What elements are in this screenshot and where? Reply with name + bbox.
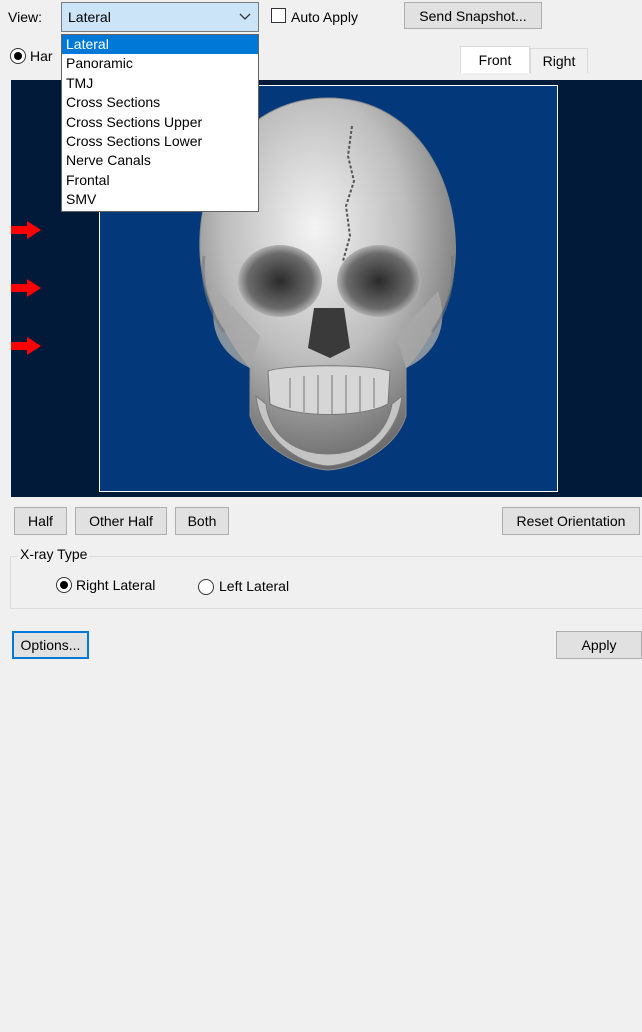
view-dropdown-list[interactable]: Lateral Panoramic TMJ Cross Sections Cro…	[61, 34, 259, 212]
both-button[interactable]: Both	[175, 507, 229, 535]
dropdown-option-panoramic[interactable]: Panoramic	[62, 54, 258, 73]
dropdown-option-tmj[interactable]: TMJ	[62, 74, 258, 93]
arrow-right-icon[interactable]	[11, 337, 41, 355]
arrow-right-icon[interactable]	[11, 279, 41, 297]
right-lateral-radio[interactable]	[56, 577, 72, 593]
view-select[interactable]: Lateral	[61, 2, 259, 32]
auto-apply-checkbox[interactable]	[271, 8, 286, 23]
left-lateral-radio[interactable]	[198, 579, 214, 595]
view-select-value: Lateral	[68, 9, 111, 25]
dropdown-option-frontal[interactable]: Frontal	[62, 171, 258, 190]
auto-apply-label: Auto Apply	[291, 9, 358, 25]
xray-type-title: X-ray Type	[18, 546, 90, 562]
left-lateral-label: Left Lateral	[219, 578, 290, 594]
view-label: View:	[8, 9, 42, 25]
arrow-right-icon[interactable]	[11, 221, 41, 239]
tab-front[interactable]: Front	[460, 46, 530, 73]
dropdown-option-cross-sections-lower[interactable]: Cross Sections Lower	[62, 132, 258, 151]
tab-right[interactable]: Right	[530, 48, 588, 73]
options-button[interactable]: Options...	[12, 631, 89, 659]
dropdown-option-nerve-canals[interactable]: Nerve Canals	[62, 151, 258, 170]
dropdown-option-lateral[interactable]: Lateral	[62, 35, 258, 55]
chevron-down-icon	[239, 13, 251, 20]
send-snapshot-button[interactable]: Send Snapshot...	[404, 2, 542, 29]
dropdown-option-smv[interactable]: SMV	[62, 190, 258, 209]
half-mode-label: Har	[30, 48, 53, 64]
dropdown-option-cross-sections[interactable]: Cross Sections	[62, 93, 258, 112]
right-lateral-label: Right Lateral	[76, 577, 156, 593]
apply-button[interactable]: Apply	[556, 631, 642, 659]
half-mode-radio[interactable]	[10, 48, 26, 64]
reset-orientation-button[interactable]: Reset Orientation	[502, 507, 640, 535]
half-button[interactable]: Half	[14, 507, 67, 535]
other-half-button[interactable]: Other Half	[75, 507, 167, 535]
dropdown-option-cross-sections-upper[interactable]: Cross Sections Upper	[62, 113, 258, 132]
